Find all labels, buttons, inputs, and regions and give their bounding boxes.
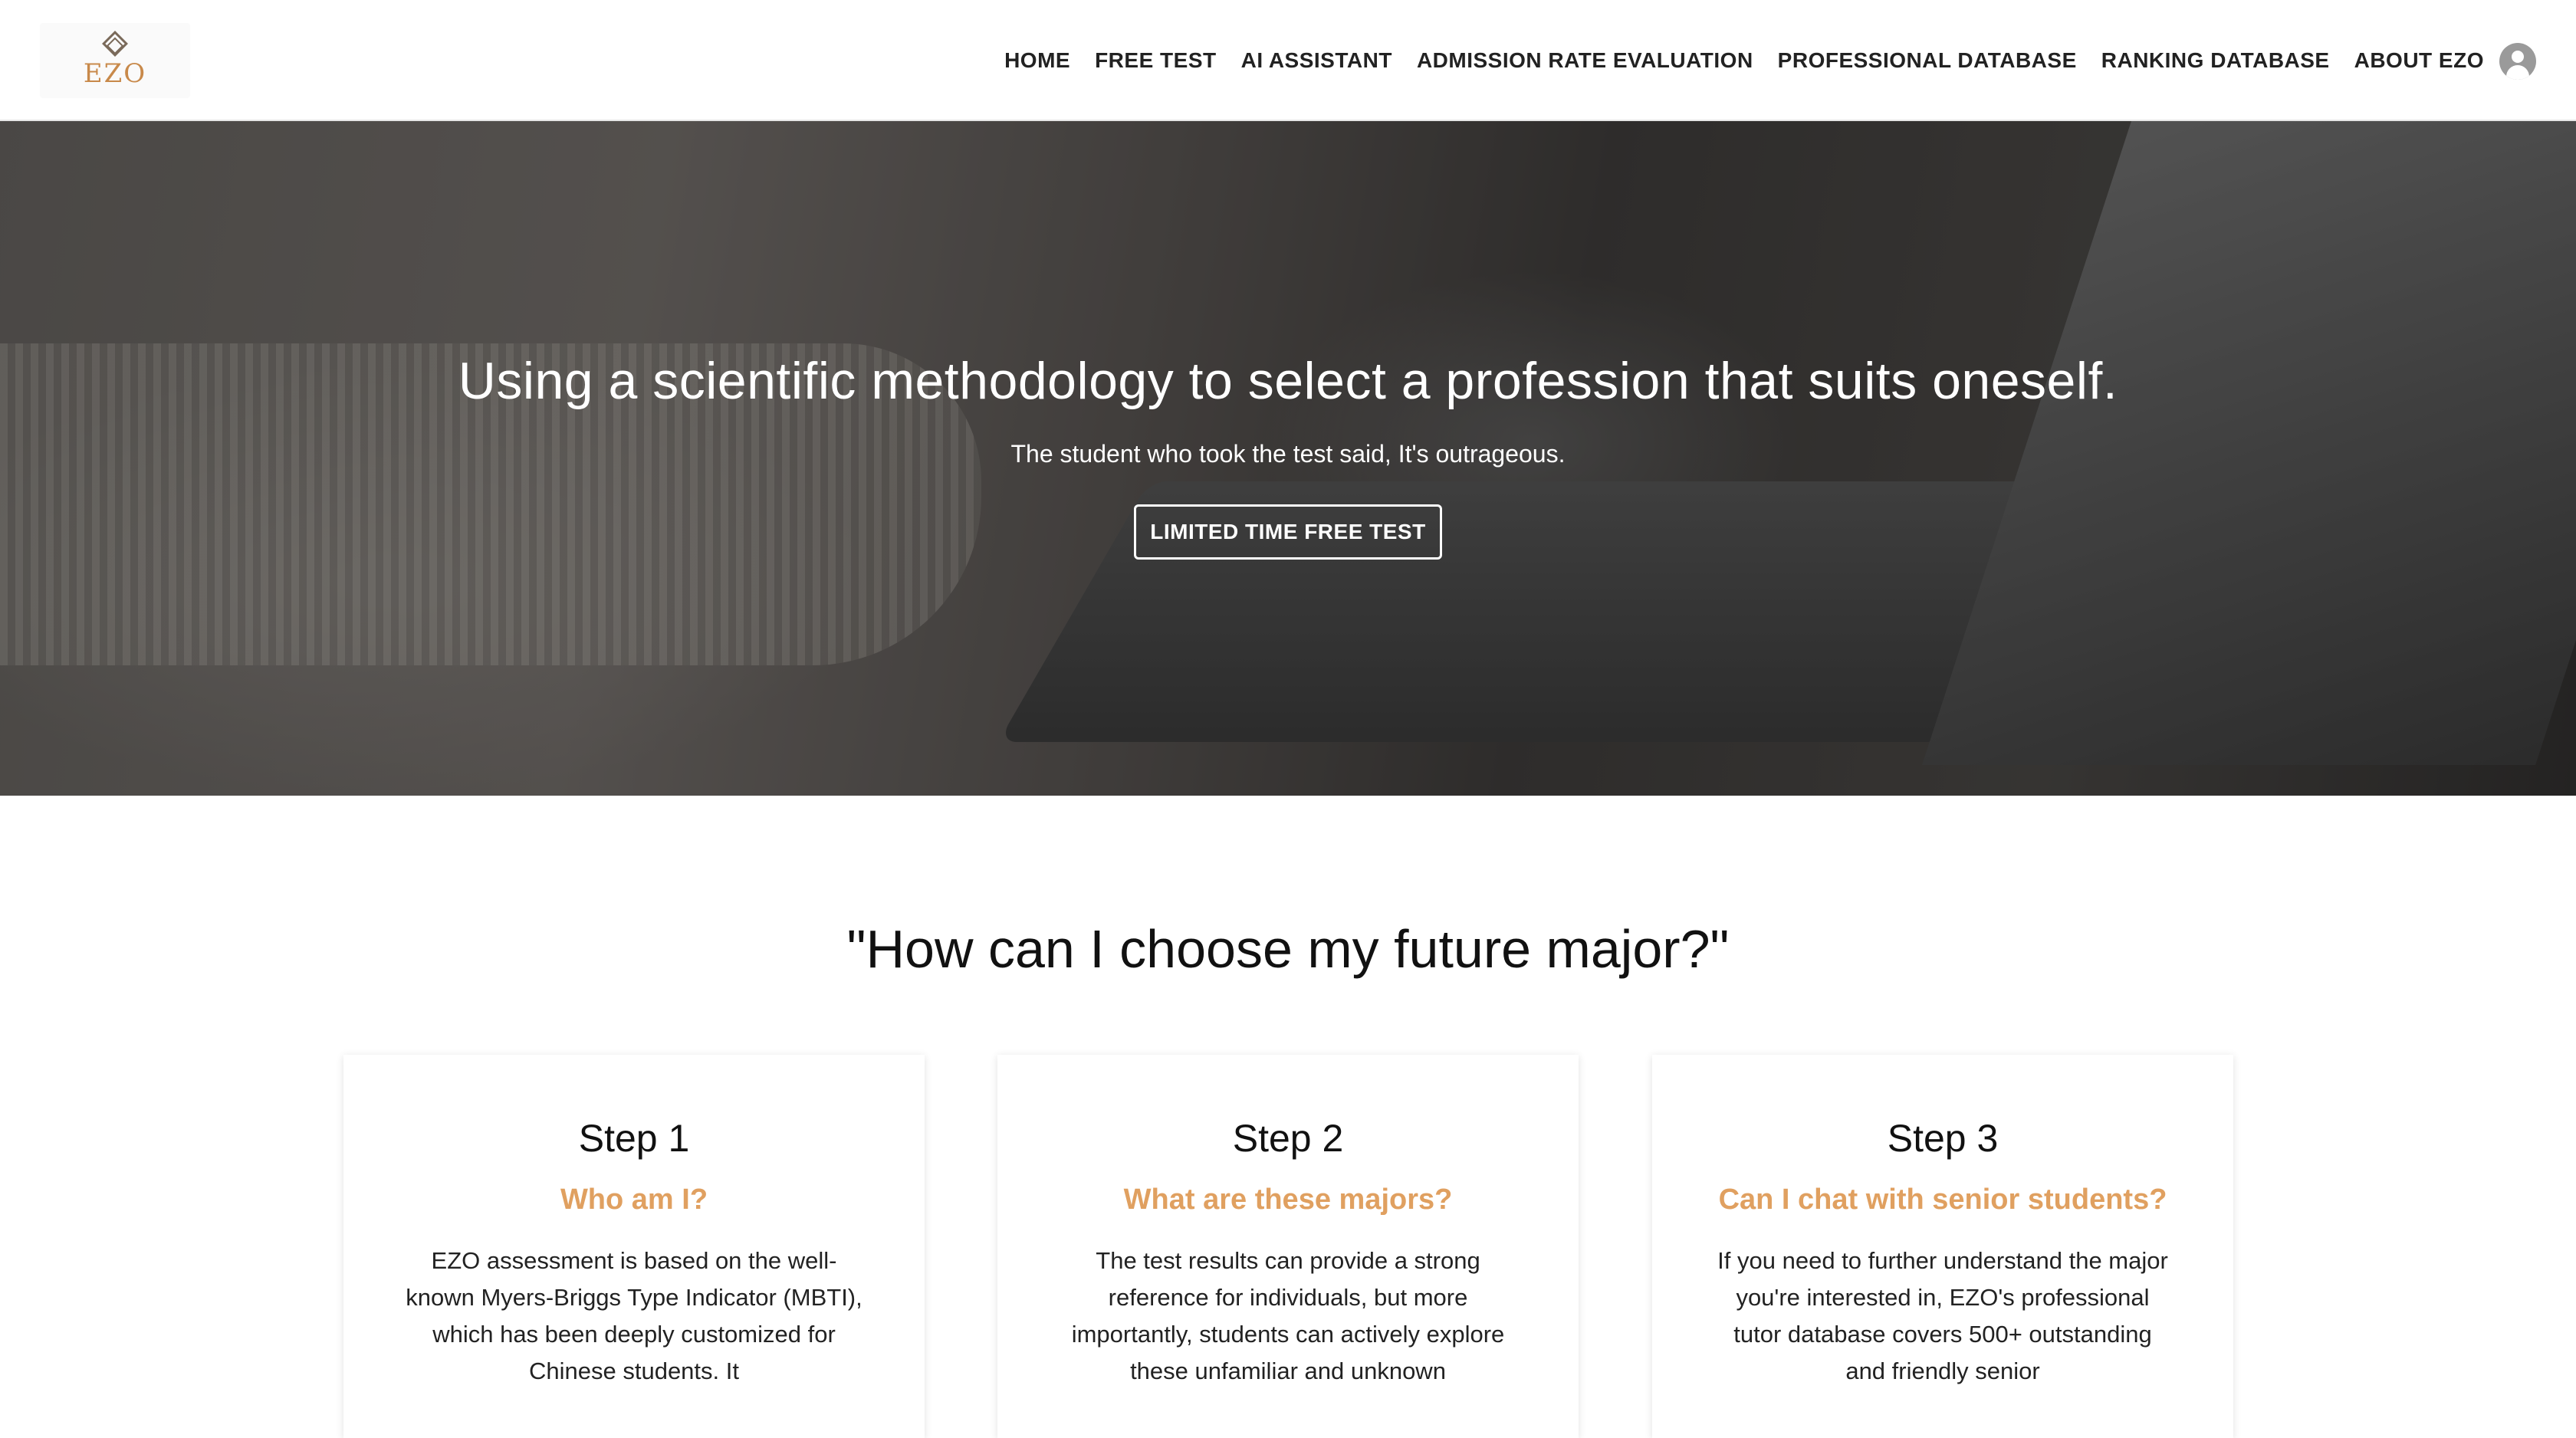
- step-description: If you need to further understand the ma…: [1717, 1247, 2168, 1384]
- step-description: EZO assessment is based on the well-know…: [406, 1247, 863, 1384]
- avatar-body: [2506, 65, 2529, 80]
- hero-content: Using a scientific methodology to select…: [0, 121, 2576, 796]
- hero-banner: Using a scientific methodology to select…: [0, 121, 2576, 796]
- hero-title: Using a scientific methodology to select…: [458, 352, 2118, 410]
- step-label: Step 2: [1232, 1117, 1344, 1160]
- nav-ranking-database[interactable]: RANKING DATABASE: [2101, 48, 2330, 73]
- top-navigation: EZO HOME FREE TEST AI ASSISTANT ADMISSIO…: [0, 0, 2576, 121]
- nav-ai-assistant[interactable]: AI ASSISTANT: [1241, 48, 1392, 73]
- step-card: Step 1 Who am I? EZO assessment is based…: [343, 1055, 925, 1438]
- step-card: Step 3 Can I chat with senior students? …: [1652, 1055, 2233, 1438]
- steps-list: Step 1 Who am I? EZO assessment is based…: [0, 1055, 2576, 1438]
- step-label: Step 3: [1887, 1117, 1999, 1160]
- step-card: Step 2 What are these majors? The test r…: [997, 1055, 1579, 1438]
- step-label: Step 1: [578, 1117, 690, 1160]
- step-question: What are these majors?: [1123, 1184, 1453, 1216]
- step-question: Who am I?: [560, 1184, 708, 1216]
- step-description: The test results can provide a strong re…: [1071, 1247, 1505, 1384]
- nav-professional-database[interactable]: PROFESSIONAL DATABASE: [1778, 48, 2077, 73]
- hero-subtitle: The student who took the test said, It's…: [1010, 440, 1566, 468]
- nav-home[interactable]: HOME: [1004, 48, 1070, 73]
- free-test-button[interactable]: LIMITED TIME FREE TEST: [1134, 504, 1442, 560]
- step-question: Can I chat with senior students?: [1718, 1184, 2167, 1216]
- logo-diamond-icon: [102, 31, 128, 57]
- avatar-head: [2512, 51, 2524, 63]
- nav-free-test[interactable]: FREE TEST: [1095, 48, 1217, 73]
- user-avatar-icon[interactable]: [2499, 43, 2536, 80]
- logo-wordmark: EZO: [83, 58, 147, 89]
- ezo-logo[interactable]: EZO: [40, 23, 190, 98]
- nav-admission-rate-evaluation[interactable]: ADMISSION RATE EVALUATION: [1417, 48, 1753, 73]
- nav-about-ezo[interactable]: ABOUT EZO: [2354, 48, 2484, 73]
- main-menu: HOME FREE TEST AI ASSISTANT ADMISSION RA…: [1004, 0, 2484, 121]
- section-title: "How can I choose my future major?": [846, 919, 1730, 979]
